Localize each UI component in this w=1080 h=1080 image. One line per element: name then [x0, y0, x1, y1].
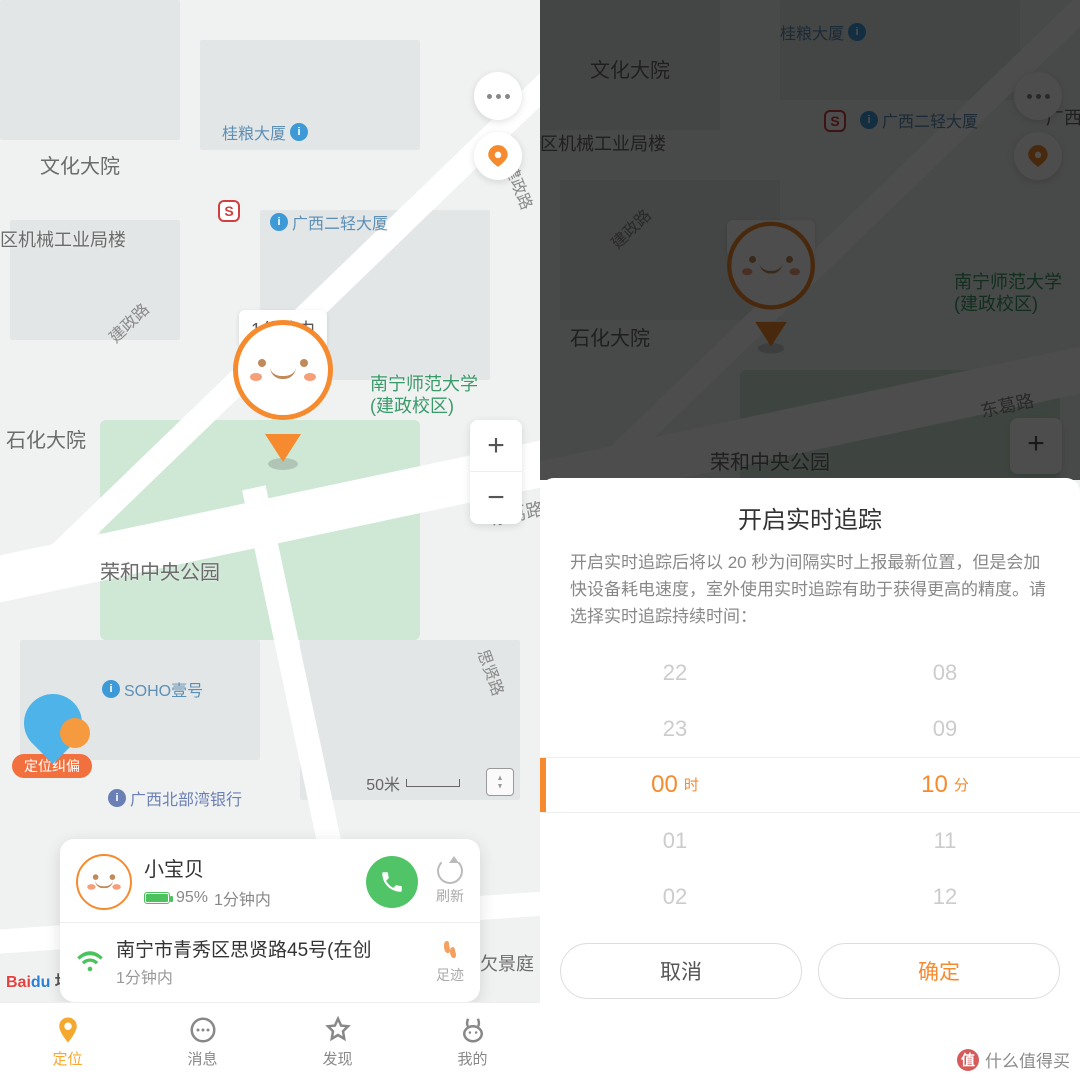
tracking-sheet: 开启实时追踪 开启实时追踪后将以 20 秒为间隔实时上报最新位置，但是会加快设备…: [540, 478, 1080, 1080]
phone-right: 文化大院 桂粮大厦i 区机械工业局楼 S i广西二轻大厦 广西南 建政路 南宁师…: [540, 0, 1080, 1080]
footprint-icon: [438, 939, 462, 963]
info-card: 小宝贝 95% 1分钟内 刷新 南宁市青秀区思贤路45号(在创 1分钟内: [60, 839, 480, 1002]
watermark-icon: 值: [957, 1049, 979, 1071]
poi-beibu[interactable]: i广西北部湾银行: [108, 786, 242, 810]
zoom-controls: + −: [470, 420, 522, 524]
more-button[interactable]: [474, 72, 522, 120]
map-label: 文化大院: [40, 150, 120, 179]
picker-hours[interactable]: 22 23 00时 01 02: [540, 645, 810, 925]
label-xjt: 欠景庭: [480, 950, 534, 976]
phone-left: 文化大院 区机械工业局楼 桂粮大厦i S i广西二轻大厦 建政路 建政路 南宁师…: [0, 0, 540, 1080]
picker-minutes[interactable]: 08 09 10分 11 12: [810, 645, 1080, 925]
battery-percent: 95%: [176, 889, 208, 907]
phone-icon: [379, 869, 405, 895]
poi-guiliang[interactable]: 桂粮大厦i: [222, 120, 308, 144]
metro-icon: S: [218, 200, 240, 222]
battery-icon: [144, 892, 170, 904]
footprint-button[interactable]: 足迹: [436, 939, 464, 985]
bottom-nav: 定位 消息 发现 我的: [0, 1002, 540, 1080]
address-text: 南宁市青秀区思贤路45号(在创: [116, 935, 424, 962]
address-time: 1分钟内: [116, 964, 424, 988]
sheet-title: 开启实时追踪: [540, 478, 1080, 549]
satellite-button[interactable]: [474, 132, 522, 180]
location-correction[interactable]: 定位纠偏: [12, 694, 92, 778]
wifi-icon: [76, 948, 104, 976]
modal-backdrop[interactable]: [540, 0, 1080, 480]
nav-locate[interactable]: 定位: [0, 1003, 135, 1080]
call-button[interactable]: [366, 856, 418, 908]
device-name: 小宝贝: [144, 853, 354, 882]
sheet-description: 开启实时追踪后将以 20 秒为间隔实时上报最新位置，但是会加快设备耗电速度，室外…: [540, 549, 1080, 645]
map-label: 荣和中央公园: [100, 556, 220, 585]
refresh-icon: [437, 858, 463, 884]
nav-mine[interactable]: 我的: [405, 1003, 540, 1080]
star-icon: [323, 1015, 353, 1045]
map-label: (建政校区): [370, 392, 454, 418]
compass-icon[interactable]: [486, 768, 514, 796]
refresh-button[interactable]: 刷新: [436, 858, 464, 906]
battery-time: 1分钟内: [214, 886, 271, 910]
satellite-icon: [485, 143, 511, 169]
pin-icon: [53, 1015, 83, 1045]
watermark: 值 什么值得买: [957, 1047, 1070, 1072]
poi-guangxi2[interactable]: i广西二轻大厦: [270, 210, 388, 234]
map-label: 石化大院: [6, 424, 86, 453]
time-picker[interactable]: 22 23 00时 01 02 08 09 10分 11 12: [540, 645, 1080, 925]
location-marker[interactable]: [223, 320, 343, 480]
nav-messages[interactable]: 消息: [135, 1003, 270, 1080]
scale-bar: 50米: [366, 771, 460, 795]
map-label: 区机械工业局楼: [0, 226, 126, 252]
zoom-in-button[interactable]: +: [470, 420, 522, 472]
nav-discover[interactable]: 发现: [270, 1003, 405, 1080]
zoom-out-button[interactable]: −: [470, 472, 522, 524]
confirm-button[interactable]: 确定: [818, 943, 1060, 999]
avatar[interactable]: [76, 854, 132, 910]
bunny-icon: [458, 1015, 488, 1045]
chat-icon: [188, 1015, 218, 1045]
poi-soho[interactable]: iSOHO壹号: [102, 677, 203, 701]
cancel-button[interactable]: 取消: [560, 943, 802, 999]
